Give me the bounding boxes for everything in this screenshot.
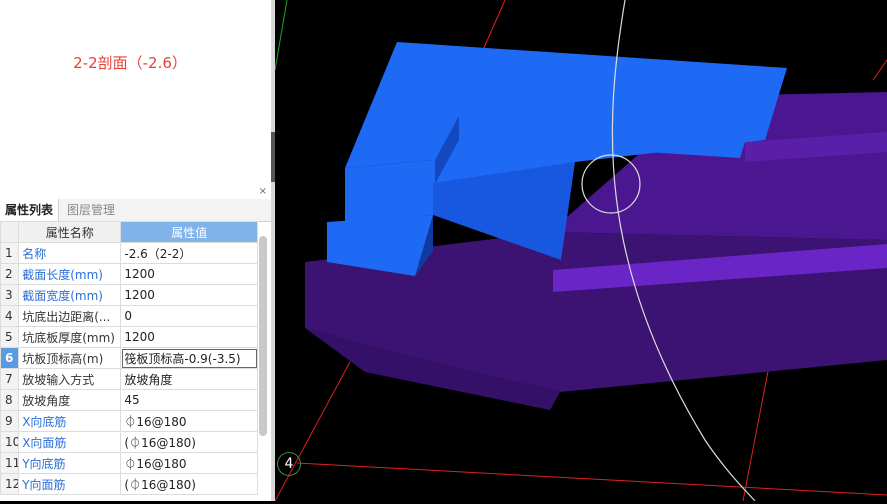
row-number: 6 [0,347,20,369]
table-row[interactable]: 7 放坡输入方式 放坡角度 [0,368,258,390]
table-row[interactable]: 9 X向底筋 ⏀16@180 [0,410,258,432]
table-row[interactable]: 10X向面筋(⏀16@180) [0,431,258,453]
attribute-value[interactable]: -2.6（2-2） [120,242,258,264]
blue-step-front [345,160,433,222]
attribute-name: X向底筋 [18,410,122,432]
axis-line-green [274,0,288,71]
row-number: 7 [0,368,20,390]
row-number: 8 [0,389,20,411]
grid-line-red [274,361,351,502]
preview-title: 2-2剖面（-2.6） [73,54,187,72]
attribute-value[interactable]: (⏀16@180) [120,431,258,453]
table-row[interactable]: 6 坑板顶标高(m) 筏板顶标高-0.9(-3.5) [0,347,258,369]
section-preview: 2-2剖面（-2.6） [0,0,271,183]
attribute-table: 属性名称 属性值 1 名称 -2.6（2-2） 2 截面长度(mm) 1200 3 截面宽度(… [0,221,258,495]
grid-line-red [872,59,887,81]
table-row[interactable]: 5 坑底板厚度(mm) 1200 [0,326,258,348]
table-row[interactable]: 2 截面长度(mm) 1200 [0,263,258,285]
attribute-value[interactable]: 1200 [120,284,258,306]
tab-layer-management[interactable]: 图层管理 [62,199,120,221]
row-number: 9 [0,410,20,432]
attribute-name: 放坡输入方式 [18,368,122,390]
row-number: 11 [0,452,20,474]
attribute-name: 坑底出边距离(... [18,305,122,327]
attribute-name: 截面长度(mm) [18,263,122,285]
attribute-name: Y向底筋 [18,452,122,474]
tab-attribute-list[interactable]: 属性列表 [0,199,60,221]
header-value: 属性值 [120,221,258,243]
attribute-value[interactable]: 1200 [120,326,258,348]
attribute-name: 放坡角度 [18,389,122,411]
attribute-name: X向面筋 [18,431,122,453]
attribute-value[interactable]: (⏀16@180) [120,473,258,495]
attribute-value[interactable]: 筏板顶标高-0.9(-3.5) [120,347,258,369]
header-num [0,221,20,243]
row-number: 10 [0,431,20,453]
table-row[interactable]: 12Y向面筋(⏀16@180) [0,473,258,495]
row-number: 4 [0,305,20,327]
attribute-value[interactable]: ⏀16@180 [120,452,258,474]
row-number: 5 [0,326,20,348]
attribute-name: 名称 [18,242,122,264]
row-number: 12 [0,473,20,495]
attribute-name: 坑板顶标高(m) [18,347,122,369]
row-number: 2 [0,263,20,285]
table-row[interactable]: 1 名称 -2.6（2-2） [0,242,258,264]
table-header-row: 属性名称 属性值 [0,221,258,243]
table-row[interactable]: 8 放坡角度 45 [0,389,258,411]
row-number: 1 [0,242,20,264]
grid-line-red [296,462,887,496]
table-scrollbar[interactable] [259,236,267,436]
left-panel: 2-2剖面（-2.6） × 属性列表 图层管理 属性名称 属性值 1 名称 -2.6… [0,0,271,501]
panel-close-icon[interactable]: × [259,186,267,197]
attribute-value[interactable]: 1200 [120,263,258,285]
3d-viewport[interactable] [274,0,887,502]
header-name: 属性名称 [18,221,122,243]
panel-tabs: 属性列表 图层管理 [0,199,271,222]
grid-line-red [482,0,506,51]
row-number: 3 [0,284,20,306]
attribute-value[interactable]: 放坡角度 [120,368,258,390]
attribute-value[interactable]: ⏀16@180 [120,410,258,432]
attribute-name: 坑底板厚度(mm) [18,326,122,348]
table-row[interactable]: 11Y向底筋⏀16@180 [0,452,258,474]
attribute-value[interactable]: 0 [120,305,258,327]
attribute-value[interactable]: 45 [120,389,258,411]
axis-marker-4[interactable]: 4 [277,452,301,476]
attribute-name: 截面宽度(mm) [18,284,122,306]
attribute-name: Y向面筋 [18,473,122,495]
table-row[interactable]: 4 坑底出边距离(... 0 [0,305,258,327]
table-row[interactable]: 3 截面宽度(mm) 1200 [0,284,258,306]
3d-scene [274,0,887,502]
